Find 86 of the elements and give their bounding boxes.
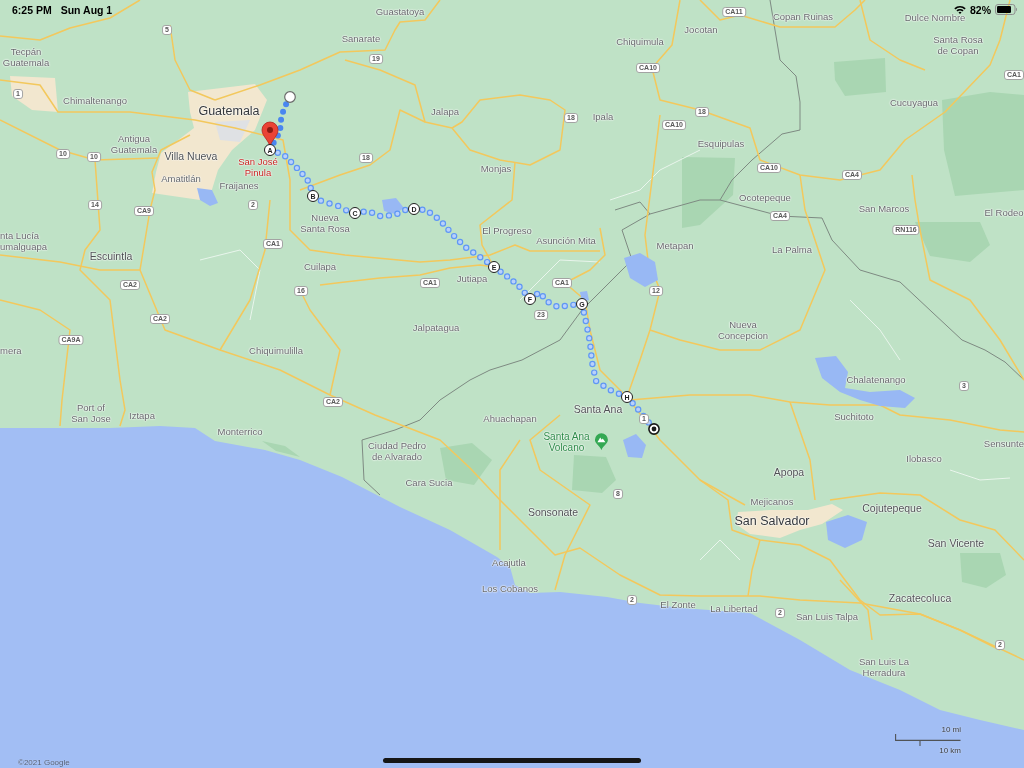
place-label: Sensunte [983, 438, 1024, 450]
place-label: San Luis Talpa [795, 611, 859, 623]
wifi-icon [954, 5, 966, 14]
place-label: El Progreso [482, 225, 532, 237]
status-date: Sun Aug 1 [60, 3, 113, 16]
place-label: El Zonte [660, 599, 696, 611]
place-label: Guastatoya [375, 6, 425, 18]
place-label: Cara Sucia [405, 477, 453, 489]
place-label: Jalpatagua [412, 322, 460, 334]
minor-road [699, 539, 741, 561]
scale-bar-icon [895, 734, 961, 746]
place-label: Amatitlán [161, 173, 201, 185]
place-label: Santa Ana [573, 404, 623, 416]
minor-road [949, 469, 1011, 481]
place-label: Asunción Mita [536, 235, 596, 247]
place-label: Santa Rosa de Copan [933, 35, 983, 57]
lake [624, 253, 658, 287]
place-label: Tecpán Guatemala [2, 47, 50, 69]
lake [382, 198, 404, 214]
place-label: San Marcos [858, 203, 910, 215]
lake [826, 515, 867, 548]
target-marker-icon[interactable] [648, 423, 660, 435]
place-label: Chimaltenango [63, 95, 127, 107]
place-label: San José Pinula [238, 157, 278, 179]
place-label: San Salvador [734, 514, 810, 528]
place-label: Metapan [656, 240, 694, 252]
place-label: El Rodeo [984, 207, 1024, 219]
place-label: nta Lucía umalguapa [0, 231, 47, 253]
battery-icon [995, 4, 1018, 15]
place-label: mera [0, 345, 22, 357]
scale-label: 10 km [939, 746, 961, 755]
place-label: Ahuachapan [483, 413, 537, 425]
place-label: Villa Nueva [164, 151, 218, 163]
place-label: Chiquimulilla [249, 345, 303, 357]
place-label: San Luis La Herradura [858, 657, 910, 679]
lake [623, 434, 646, 458]
place-label: La Libertad [710, 603, 758, 615]
forest-area [682, 157, 735, 228]
place-label: Ilobasco [906, 453, 942, 465]
place-label: Copan Ruinas [772, 11, 834, 23]
mountain-pin-icon[interactable] [594, 433, 609, 451]
place-label: Fraijanes [219, 180, 259, 192]
place-label: Jocotan [684, 24, 718, 36]
place-label: Nueva Concepcion [717, 320, 769, 342]
place-label: Nueva Santa Rosa [300, 213, 350, 235]
place-label: Escuintla [89, 251, 133, 263]
forest-area [572, 455, 616, 493]
status-time: 6:25 PM [12, 3, 52, 16]
map-attribution: ©2021 Google [18, 758, 70, 767]
place-label: Los Cobanos [482, 583, 538, 595]
place-label: Port of San Jose [71, 403, 111, 425]
location-pin-icon[interactable] [261, 121, 279, 147]
place-label: Jutiapa [456, 273, 488, 285]
place-label: Dulce Nombre [904, 12, 966, 24]
place-label: Esquipulas [697, 138, 745, 150]
city-area [10, 76, 58, 112]
place-label: Iztapa [129, 410, 155, 422]
minor-road [199, 249, 261, 321]
place-label: Mejicanos [750, 496, 794, 508]
place-label: Sonsonate [527, 507, 579, 519]
place-label: Santa Ana Volcano [543, 430, 590, 454]
circle-marker-icon[interactable] [284, 91, 296, 103]
place-label: San Vicente [927, 538, 985, 550]
minor-road [849, 299, 901, 361]
place-label: Sanarate [341, 33, 381, 45]
place-label: La Palma [771, 244, 813, 256]
place-label: Cojutepeque [862, 503, 922, 515]
place-label: Guatemala [198, 104, 260, 118]
place-label: Chalatenango [846, 374, 906, 386]
place-label: Zacatecoluca [888, 593, 952, 605]
place-label: Jalapa [431, 106, 459, 118]
place-label: Monterrico [217, 426, 263, 438]
place-label: Apopa [773, 467, 805, 479]
place-label: Antigua Guatemala [110, 134, 158, 156]
place-label: Ipala [592, 111, 614, 123]
place-label: Ciudad Pedro de Alvarado [367, 441, 427, 463]
place-label: Chiquimula [616, 36, 664, 48]
battery-percentage: 82% [970, 3, 991, 16]
place-label: Cucuyagua [889, 97, 939, 109]
scale-label: 10 mi [941, 725, 961, 734]
place-label: Suchitoto [834, 411, 874, 423]
place-label: Acajutla [492, 557, 526, 569]
place-label: Monjas [480, 163, 512, 175]
lake [197, 188, 218, 206]
place-label: Cuilapa [303, 261, 337, 273]
place-label: Ocotepeque [739, 192, 791, 204]
